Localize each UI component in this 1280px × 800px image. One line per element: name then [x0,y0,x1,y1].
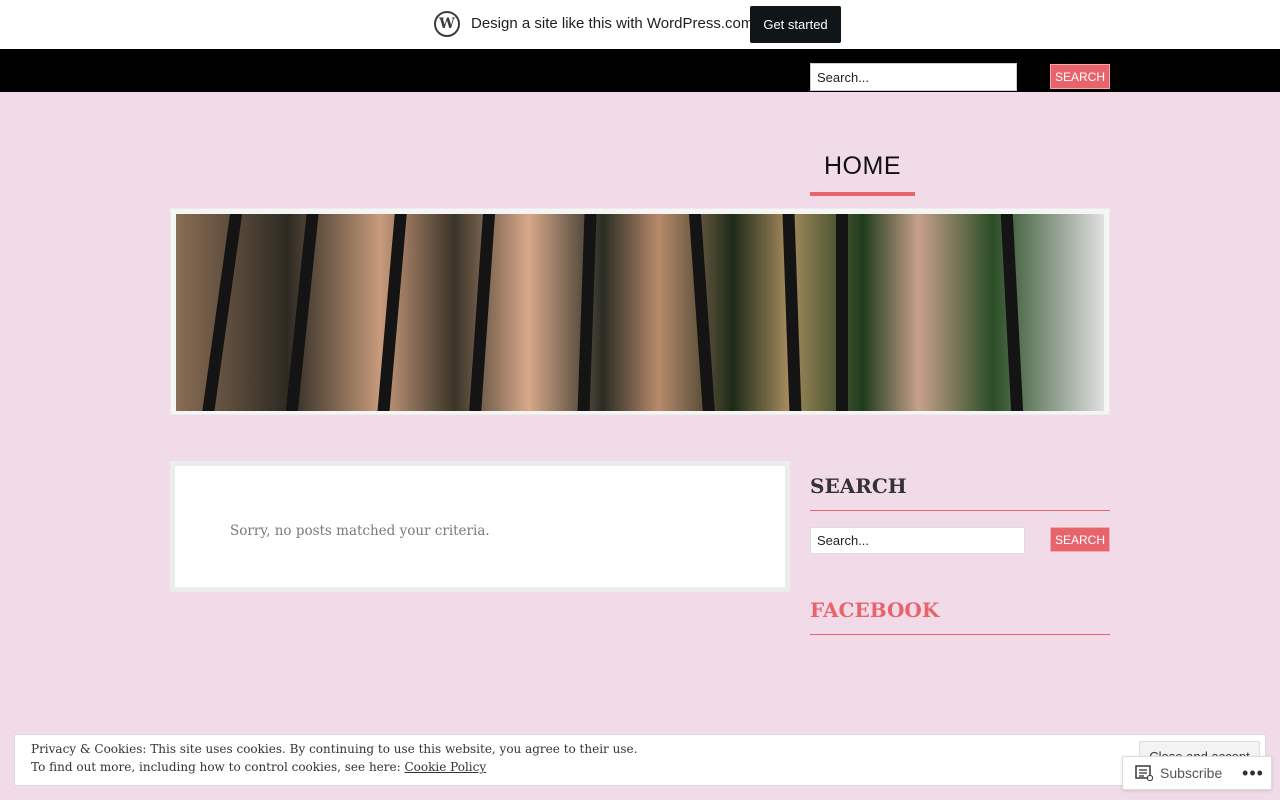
get-started-button[interactable]: Get started [750,6,841,43]
subscribe-bar: Subscribe ••• [1122,756,1272,790]
top-navigation-strip: Search [0,49,1280,92]
cookie-text: Privacy & Cookies: This site uses cookie… [31,742,638,756]
no-posts-message: Sorry, no posts matched your criteria. [230,523,490,539]
more-options-icon[interactable]: ••• [1241,762,1265,784]
banner-gate-bar [688,214,716,411]
banner-gate-bar [284,214,320,411]
content-card: Sorry, no posts matched your criteria. [175,466,785,587]
banner-gate-bar [200,214,244,411]
sidebar-search-input[interactable] [810,527,1025,554]
cookie-more-text: To find out more, including how to contr… [31,760,401,774]
nav-home-tab[interactable]: HOME [810,152,915,196]
banner-gate-bar [1000,214,1024,411]
banner-gate-bar [836,214,848,411]
wordpress-logo-icon[interactable]: W [434,11,460,37]
banner-gate-bar [577,214,597,411]
cookie-more-info: To find out more, including how to contr… [31,760,486,774]
sidebar-facebook-title[interactable]: FACEBOOK [810,598,1110,635]
wordpress-promo-bar: W Design a site like this with WordPress… [0,0,1280,49]
header-banner-image [176,214,1104,411]
subscribe-button[interactable]: Subscribe [1160,765,1222,781]
header-banner-frame [170,208,1110,415]
sidebar-search-button[interactable]: Search [1050,527,1110,552]
top-search-button[interactable]: Search [1050,64,1110,89]
banner-gate-bar [376,214,408,411]
top-search-input[interactable] [810,63,1017,91]
promo-text: Design a site like this with WordPress.c… [471,15,754,32]
content-frame: Sorry, no posts matched your criteria. [170,461,790,592]
cookie-banner: Privacy & Cookies: This site uses cookie… [14,734,1266,786]
banner-gate-bar [468,214,496,411]
subscribe-reader-icon[interactable] [1135,765,1154,782]
cookie-policy-link[interactable]: Cookie Policy [405,760,487,774]
sidebar-search-title: SEARCH [810,474,1110,511]
banner-gate-bar [782,214,802,411]
